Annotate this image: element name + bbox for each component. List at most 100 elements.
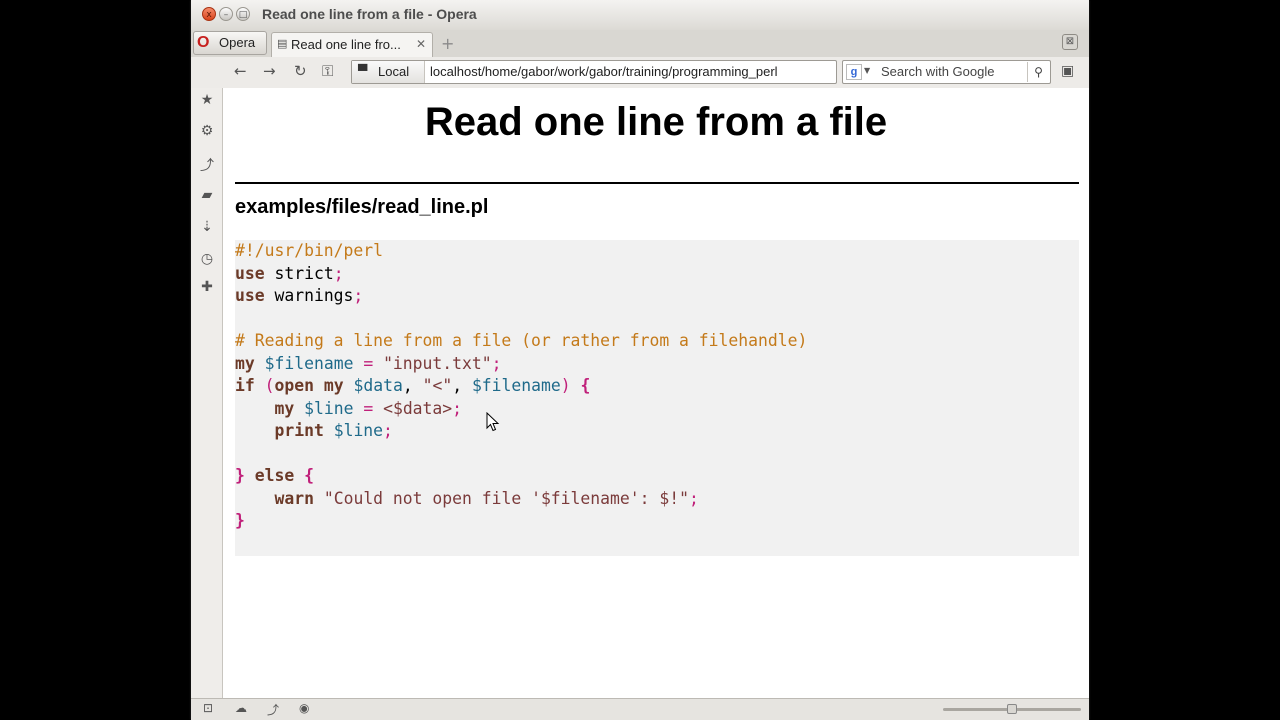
- opera-link-cloud-icon[interactable]: ☁: [235, 701, 247, 715]
- browser-window: x – □ Read one line from a file - Opera …: [191, 0, 1089, 720]
- code-line: # Reading a line from a file (or rather …: [235, 330, 807, 352]
- add-panel-plus-icon[interactable]: ✚: [199, 279, 215, 295]
- code-token: ;: [333, 263, 344, 283]
- tab-active[interactable]: ▤ Read one line fro... ✕: [271, 32, 433, 57]
- panel-toggle-icon[interactable]: ▣: [1061, 63, 1074, 79]
- opera-menu-label: Opera: [219, 35, 256, 50]
- window-minimize-button[interactable]: –: [219, 7, 233, 21]
- code-token: $line: [333, 421, 384, 440]
- search-icon[interactable]: ⚲: [1027, 62, 1049, 82]
- code-line: }: [235, 510, 245, 532]
- notes-icon[interactable]: ▰: [199, 187, 215, 203]
- wand-key-button[interactable]: ⚿: [322, 62, 333, 80]
- zoom-slider-handle[interactable]: [1007, 704, 1017, 714]
- code-token: use: [235, 263, 265, 283]
- code-token: }: [235, 466, 245, 485]
- code-token: "<": [422, 376, 453, 395]
- status-bar: ⊡ ☁ ⤴ ◉: [191, 698, 1089, 720]
- code-token: $line: [304, 398, 354, 418]
- title-bar[interactable]: x – □ Read one line from a file - Opera: [191, 0, 1089, 31]
- code-token: # Reading a line from a file (or rather …: [235, 331, 808, 350]
- code-token: my: [274, 398, 295, 418]
- search-box[interactable]: g ▼ Search with Google ⚲: [842, 60, 1051, 84]
- navigation-bar: ← → ↻ ⚿ ▀ Local localhost/home/gabor/wor…: [191, 57, 1089, 89]
- search-input[interactable]: Search with Google: [881, 64, 994, 79]
- opera-menu-button[interactable]: O Opera: [193, 31, 267, 55]
- opera-unite-icon[interactable]: ⤴: [267, 701, 279, 718]
- code-token: #!/usr/bin/perl: [235, 241, 384, 260]
- code-token: my: [323, 376, 344, 395]
- code-line: #!/usr/bin/perl: [235, 240, 383, 262]
- code-line: } else {: [235, 465, 314, 487]
- local-label: Local: [378, 64, 410, 79]
- address-bar[interactable]: ▀ Local localhost/home/gabor/work/gabor/…: [351, 60, 837, 84]
- widgets-gear-icon[interactable]: ⚙: [199, 123, 215, 139]
- code-token: print: [274, 421, 324, 440]
- page-title: Read one line from a file: [424, 100, 888, 144]
- forward-button[interactable]: →: [263, 62, 276, 80]
- google-search-engine-icon[interactable]: g: [846, 64, 862, 80]
- new-tab-button[interactable]: +: [441, 34, 454, 53]
- title-divider: [235, 182, 1079, 184]
- code-token: ): [560, 376, 571, 395]
- code-token: "input.txt": [383, 353, 492, 373]
- code-token: $filename: [471, 376, 561, 395]
- bookmarks-star-icon[interactable]: ★: [199, 92, 215, 108]
- code-token: "Could not open file '$filename': $!": [323, 488, 689, 508]
- back-button[interactable]: ←: [234, 62, 247, 80]
- local-page-icon: ▀: [358, 64, 368, 78]
- code-line: warn "Could not open file '$filename': $…: [235, 488, 699, 510]
- window-title: Read one line from a file - Opera: [262, 6, 477, 22]
- code-block: #!/usr/bin/perl use strict; use warnings; #…: [235, 240, 1079, 556]
- code-line: my $line = <$data>;: [235, 398, 462, 420]
- code-token: ;: [688, 488, 699, 508]
- panel-toggle-icon[interactable]: ⊡: [203, 701, 213, 715]
- unite-share-icon[interactable]: ⤴: [199, 155, 215, 175]
- trash-icon[interactable]: ⊠: [1062, 34, 1078, 50]
- page-icon: ▤: [277, 37, 288, 50]
- code-token: ,: [402, 376, 423, 395]
- code-line: if (open my $data, "<", $filename) {: [235, 375, 590, 397]
- code-token: ;: [452, 398, 463, 418]
- url-input[interactable]: localhost/home/gabor/work/gabor/training…: [430, 64, 834, 79]
- code-token: use: [235, 286, 265, 305]
- tab-close-icon[interactable]: ✕: [416, 37, 426, 51]
- tab-label: Read one line fro...: [291, 37, 401, 52]
- code-token: ;: [491, 353, 502, 373]
- code-token: =: [363, 353, 374, 373]
- downloads-icon[interactable]: ⇣: [199, 219, 215, 235]
- zoom-slider[interactable]: [943, 704, 1081, 714]
- window-close-button[interactable]: x: [202, 7, 216, 21]
- turbo-icon[interactable]: ◉: [299, 701, 309, 715]
- code-line: use strict;: [235, 263, 344, 285]
- tab-bar: O Opera ▤ Read one line fro... ✕ + ⊠: [191, 30, 1089, 58]
- file-path-heading: examples/files/read_line.pl: [235, 196, 489, 218]
- opera-logo-icon: O: [197, 34, 210, 51]
- code-token: strict: [264, 263, 334, 283]
- history-clock-icon[interactable]: ◷: [199, 251, 215, 267]
- code-token: ;: [353, 286, 364, 305]
- site-info-badge[interactable]: ▀ Local: [352, 61, 425, 83]
- code-token: }: [235, 511, 245, 530]
- code-line: use warnings;: [235, 285, 363, 307]
- code-token: $data: [353, 376, 403, 395]
- code-token: =: [363, 398, 374, 418]
- code-line: print $line;: [235, 420, 392, 442]
- reload-button[interactable]: ↻: [294, 62, 307, 80]
- panel-sidebar: ★ ⚙ ⤴ ▰ ⇣ ◷ ✚: [191, 88, 223, 698]
- chevron-down-icon[interactable]: ▼: [864, 66, 870, 75]
- code-token: $filename: [264, 353, 354, 373]
- window-maximize-button[interactable]: □: [236, 7, 250, 21]
